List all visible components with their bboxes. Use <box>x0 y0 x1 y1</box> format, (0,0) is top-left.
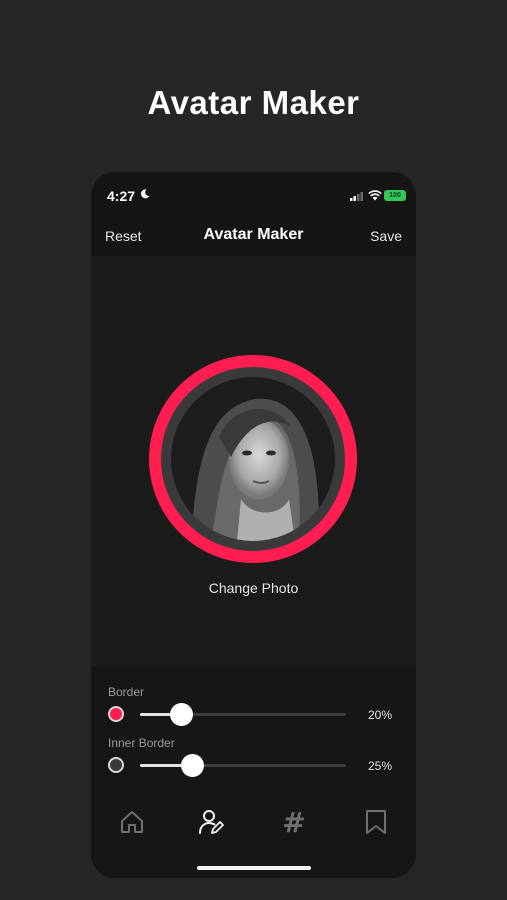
phone-screen: 4:27 100 Reset Avatar Maker Save Change … <box>91 172 416 878</box>
border-color-swatch[interactable] <box>108 706 124 722</box>
status-time: 4:27 <box>107 188 136 204</box>
change-photo-button[interactable]: Change Photo <box>91 580 416 596</box>
tab-saved[interactable] <box>356 802 396 842</box>
avatar-photo[interactable] <box>171 377 335 541</box>
home-indicator[interactable] <box>197 866 311 870</box>
reset-button[interactable]: Reset <box>105 228 142 244</box>
bookmark-icon <box>366 810 386 834</box>
tab-hashtags[interactable]: # <box>274 802 314 842</box>
signal-icon <box>350 192 363 201</box>
battery-indicator: 100 <box>384 190 406 201</box>
home-icon <box>121 811 143 833</box>
inner-border-slider[interactable] <box>140 754 346 777</box>
inner-border-slider-thumb[interactable] <box>180 754 204 777</box>
inner-border-label: Inner Border <box>108 736 175 750</box>
border-slider[interactable] <box>140 703 346 726</box>
border-label: Border <box>108 685 145 699</box>
status-bar: 4:27 100 <box>91 172 416 216</box>
controls-panel: Border 20% Inner Border 25% # <box>91 666 416 878</box>
tab-avatar-maker[interactable] <box>192 802 232 842</box>
moon-icon <box>140 189 150 199</box>
save-button[interactable]: Save <box>370 228 402 244</box>
hashtag-icon: # <box>282 805 306 839</box>
avatar-border-ring[interactable] <box>149 355 357 563</box>
tab-home[interactable] <box>112 802 152 842</box>
nav-bar: Reset Avatar Maker Save <box>91 216 416 256</box>
promo-title: Avatar Maker <box>147 84 360 121</box>
inner-border-color-swatch[interactable] <box>108 757 124 773</box>
border-value: 20% <box>367 708 392 722</box>
border-slider-thumb[interactable] <box>170 703 194 726</box>
inner-border-value: 25% <box>367 759 392 773</box>
avatar-inner-border <box>161 367 345 551</box>
user-edit-icon <box>199 810 224 834</box>
tab-bar: # <box>91 802 416 842</box>
wifi-icon <box>368 190 382 201</box>
portrait-image <box>171 377 335 541</box>
